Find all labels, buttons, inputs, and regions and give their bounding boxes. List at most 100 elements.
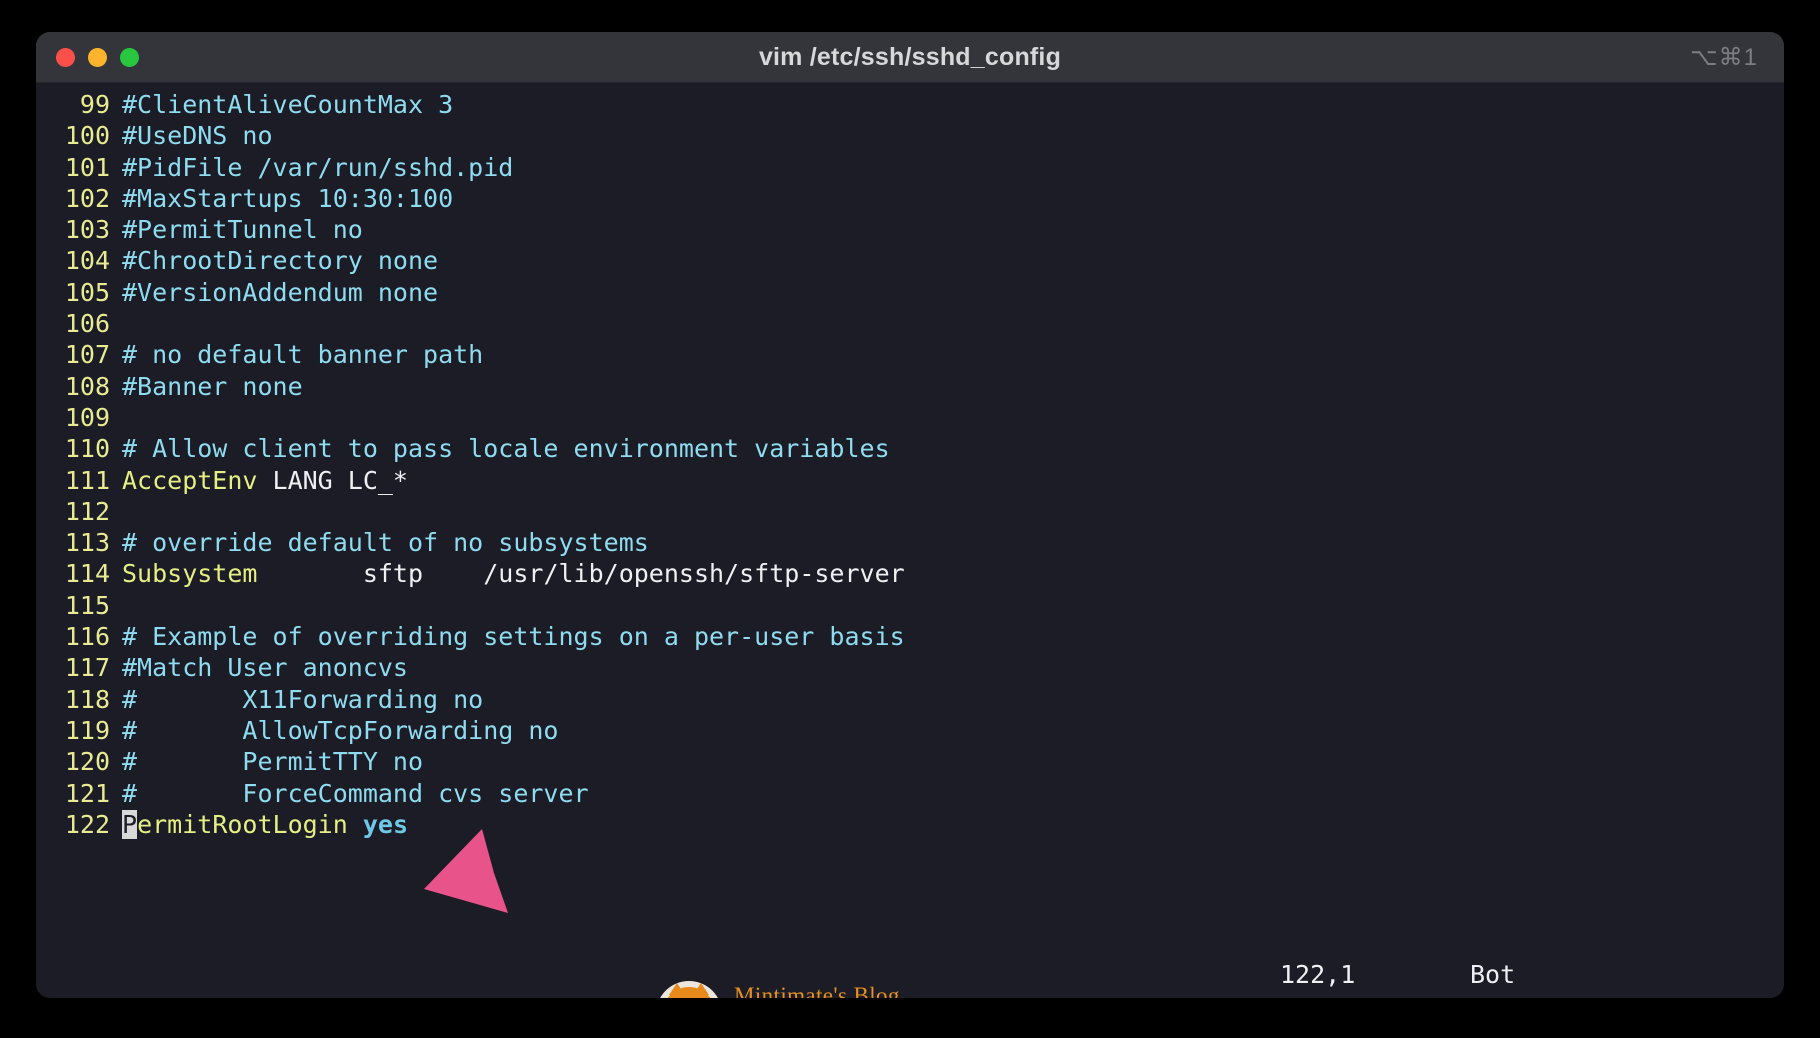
line-number: 106 bbox=[64, 309, 110, 339]
line-number: 122 bbox=[64, 809, 110, 839]
line-number: 109 bbox=[64, 402, 110, 432]
code-token: #ChrootDirectory none bbox=[122, 246, 439, 276]
code-text[interactable]: # PermitTTY no bbox=[122, 746, 423, 777]
code-token: sftp /usr/lib/openssh/sftp-server bbox=[257, 559, 905, 589]
line-number: 112 bbox=[64, 496, 110, 526]
code-line[interactable]: 108 #Banner none bbox=[36, 371, 1784, 402]
code-text[interactable]: # no default banner path bbox=[122, 339, 483, 370]
vim-editor-pane[interactable]: 99 #ClientAliveCountMax 3 100 #UseDNS no 101… bbox=[36, 83, 1784, 998]
code-token: # AllowTcpForwarding no bbox=[122, 715, 559, 745]
maximize-button[interactable] bbox=[120, 47, 139, 67]
cursor-position-indicator: 122,1 bbox=[1280, 959, 1356, 989]
code-token: #PidFile /var/run/sshd.pid bbox=[122, 152, 514, 182]
code-text[interactable]: # override default of no subsystems bbox=[122, 527, 649, 558]
code-text[interactable]: # AllowTcpForwarding no bbox=[122, 715, 559, 746]
line-number: 102 bbox=[64, 183, 110, 213]
code-token: #UseDNS no bbox=[122, 121, 273, 151]
code-text[interactable]: #PidFile /var/run/sshd.pid bbox=[122, 152, 513, 183]
code-token: yes bbox=[362, 809, 408, 839]
code-text[interactable]: #Banner none bbox=[122, 371, 303, 402]
code-text[interactable]: # X11Forwarding no bbox=[122, 684, 483, 715]
scroll-position-indicator: Bot bbox=[1470, 959, 1516, 989]
code-line[interactable]: 114 Subsystem sftp /usr/lib/openssh/sftp-… bbox=[36, 558, 1784, 589]
line-number: 101 bbox=[64, 152, 110, 182]
traffic-light-group bbox=[56, 32, 139, 82]
code-line[interactable]: 112 bbox=[36, 496, 1784, 527]
code-line[interactable]: 103 #PermitTunnel no bbox=[36, 214, 1784, 245]
line-number: 113 bbox=[64, 528, 110, 558]
code-line[interactable]: 99 #ClientAliveCountMax 3 bbox=[36, 89, 1784, 120]
code-token: # Example of overriding settings on a pe… bbox=[122, 622, 905, 652]
code-token: #Match User anoncvs bbox=[122, 653, 408, 683]
code-line[interactable]: 120 # PermitTTY no bbox=[36, 746, 1784, 777]
code-text[interactable]: #ChrootDirectory none bbox=[122, 245, 438, 276]
code-line[interactable]: 122 PermitRootLogin yes bbox=[36, 809, 1784, 840]
line-number: 120 bbox=[64, 747, 110, 777]
line-number: 104 bbox=[64, 246, 110, 276]
window-title: vim /etc/ssh/sshd_config bbox=[758, 42, 1062, 71]
code-token: # override default of no subsystems bbox=[122, 528, 649, 558]
line-number: 111 bbox=[64, 465, 110, 495]
code-token: # X11Forwarding no bbox=[122, 684, 484, 714]
code-line[interactable]: 101 #PidFile /var/run/sshd.pid bbox=[36, 152, 1784, 183]
code-text[interactable]: Subsystem sftp /usr/lib/openssh/sftp-ser… bbox=[122, 558, 905, 589]
code-line[interactable]: 107 # no default banner path bbox=[36, 339, 1784, 370]
code-line[interactable]: 110 # Allow client to pass locale environ… bbox=[36, 433, 1784, 464]
line-number: 117 bbox=[64, 653, 110, 683]
close-button[interactable] bbox=[56, 47, 75, 67]
text-cursor: P bbox=[122, 809, 138, 839]
code-text[interactable]: AcceptEnv LANG LC_* bbox=[122, 465, 408, 496]
code-line[interactable]: 118 # X11Forwarding no bbox=[36, 684, 1784, 715]
window-titlebar: vim /etc/ssh/sshd_config ⌥⌘1 bbox=[36, 32, 1784, 83]
minimize-button[interactable] bbox=[88, 47, 107, 67]
line-number: 115 bbox=[64, 590, 110, 620]
code-text[interactable]: #Match User anoncvs bbox=[122, 652, 408, 683]
line-number: 99 bbox=[79, 90, 110, 119]
code-token: # PermitTTY no bbox=[122, 747, 424, 777]
code-token: Subsystem bbox=[122, 559, 258, 589]
line-number: 108 bbox=[64, 371, 110, 401]
code-token: # Allow client to pass locale environmen… bbox=[122, 434, 890, 464]
code-line[interactable]: 102 #MaxStartups 10:30:100 bbox=[36, 183, 1784, 214]
vim-status-line: 122,1 Bot bbox=[36, 957, 1784, 991]
terminal-window: vim /etc/ssh/sshd_config ⌥⌘1 99 #ClientAl… bbox=[36, 32, 1784, 998]
code-line[interactable]: 109 bbox=[36, 402, 1784, 433]
line-number: 121 bbox=[64, 778, 110, 808]
code-token: # ForceCommand cvs server bbox=[122, 778, 589, 808]
line-number: 119 bbox=[64, 715, 110, 745]
line-number: 118 bbox=[64, 684, 110, 714]
code-line[interactable]: 113 # override default of no subsystems bbox=[36, 527, 1784, 558]
line-number: 114 bbox=[64, 559, 110, 589]
code-line[interactable]: 106 bbox=[36, 308, 1784, 339]
code-line[interactable]: 117 #Match User anoncvs bbox=[36, 652, 1784, 683]
code-lines-container: 99 #ClientAliveCountMax 3 100 #UseDNS no 101… bbox=[36, 89, 1784, 840]
keyboard-shortcut-label: ⌥⌘1 bbox=[1689, 43, 1758, 71]
code-token: #PermitTunnel no bbox=[122, 215, 363, 245]
code-text[interactable]: # ForceCommand cvs server bbox=[122, 778, 589, 809]
code-token: #Banner none bbox=[122, 371, 303, 401]
code-line[interactable]: 105 #VersionAddendum none bbox=[36, 277, 1784, 308]
line-number: 100 bbox=[64, 121, 110, 151]
code-line[interactable]: 104 #ChrootDirectory none bbox=[36, 245, 1784, 276]
code-text[interactable]: #ClientAliveCountMax 3 bbox=[122, 89, 453, 120]
code-text[interactable]: #UseDNS no bbox=[122, 120, 273, 151]
code-text[interactable]: # Example of overriding settings on a pe… bbox=[122, 621, 905, 652]
code-token: #ClientAliveCountMax 3 bbox=[122, 90, 454, 119]
code-text[interactable]: #VersionAddendum none bbox=[122, 277, 438, 308]
code-line[interactable]: 100 #UseDNS no bbox=[36, 120, 1784, 151]
code-line[interactable]: 116 # Example of overriding settings on a… bbox=[36, 621, 1784, 652]
code-token: #MaxStartups 10:30:100 bbox=[122, 183, 454, 213]
code-line[interactable]: 111 AcceptEnv LANG LC_* bbox=[36, 465, 1784, 496]
code-token: # no default banner path bbox=[122, 340, 484, 370]
code-text[interactable]: #MaxStartups 10:30:100 bbox=[122, 183, 453, 214]
code-token: LANG LC_* bbox=[257, 465, 408, 495]
code-text[interactable]: #PermitTunnel no bbox=[122, 214, 363, 245]
code-line[interactable]: 121 # ForceCommand cvs server bbox=[36, 778, 1784, 809]
code-text[interactable]: # Allow client to pass locale environmen… bbox=[122, 433, 890, 464]
code-line[interactable]: 115 bbox=[36, 590, 1784, 621]
line-number: 110 bbox=[64, 434, 110, 464]
code-token: #VersionAddendum none bbox=[122, 277, 439, 307]
code-text[interactable]: PermitRootLogin yes bbox=[122, 809, 408, 840]
code-line[interactable]: 119 # AllowTcpForwarding no bbox=[36, 715, 1784, 746]
